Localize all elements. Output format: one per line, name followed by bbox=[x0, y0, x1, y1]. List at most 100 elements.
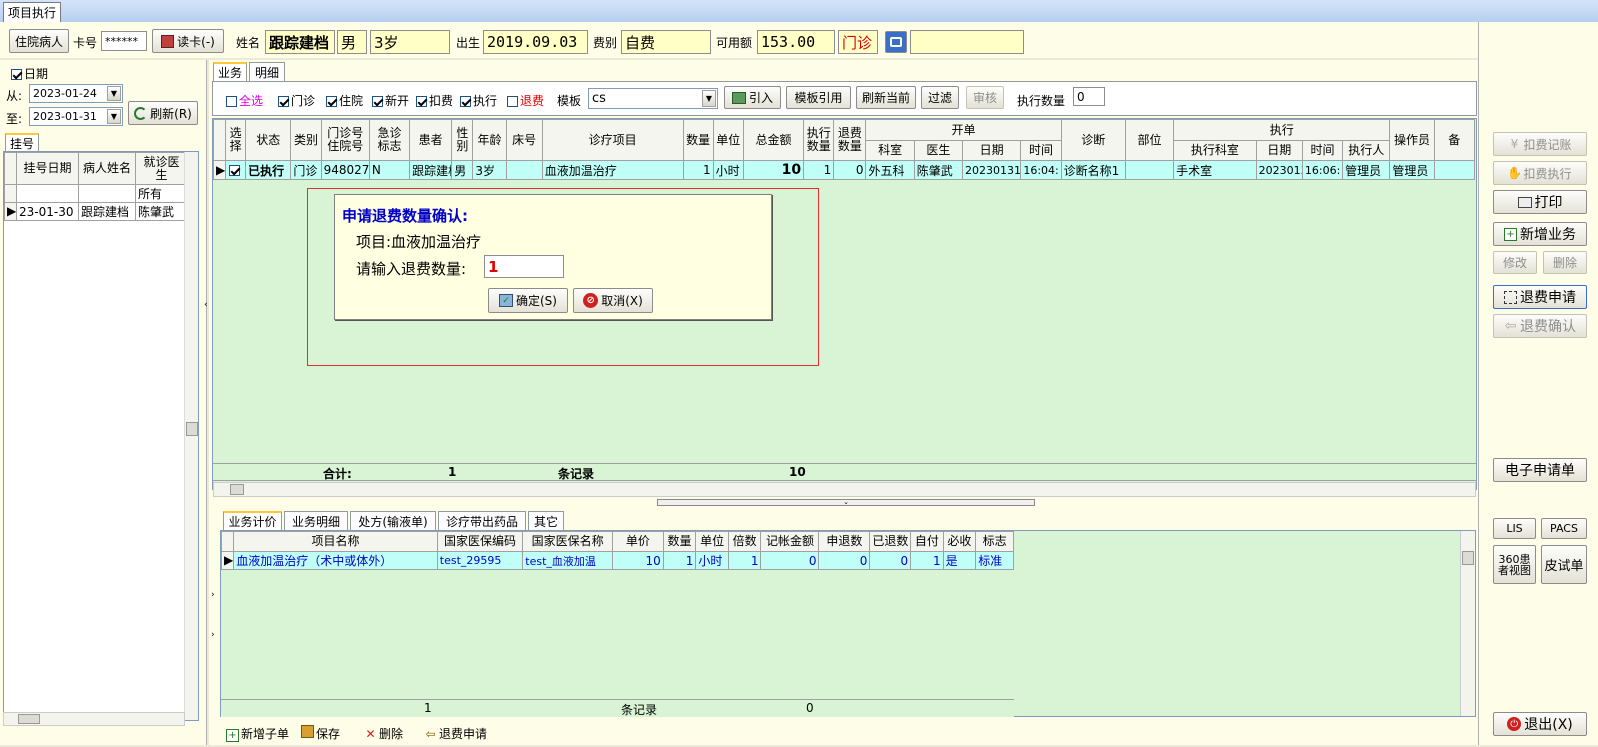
col-open-date[interactable]: 日期 bbox=[962, 140, 1022, 161]
bottom-vscroll[interactable] bbox=[1460, 531, 1475, 716]
col-sex[interactable]: 性别 bbox=[451, 119, 474, 161]
template-ref-button[interactable]: 模板引用 bbox=[786, 86, 851, 109]
tab-business-detail[interactable]: 业务明细 bbox=[284, 511, 348, 530]
refresh-button[interactable]: 刷新(R) bbox=[128, 101, 198, 125]
bcol-self-pay[interactable]: 自付 bbox=[910, 531, 944, 552]
select-all-checkbox[interactable]: 全选 bbox=[226, 92, 263, 109]
date-checkbox[interactable]: 日期 bbox=[11, 65, 48, 82]
refund-apply-bottom-button[interactable]: ⇦ 退费申请 bbox=[424, 725, 487, 742]
col-doctor[interactable]: 就诊医生 bbox=[135, 152, 188, 185]
col-site[interactable]: 部位 bbox=[1124, 119, 1175, 161]
read-card-button[interactable]: 读卡(-) bbox=[152, 29, 224, 53]
col-age[interactable]: 年龄 bbox=[472, 119, 507, 161]
col-reg-date[interactable]: 挂号日期 bbox=[16, 152, 79, 185]
import-button[interactable]: 引入 bbox=[724, 86, 781, 109]
splitter-bottom-left[interactable]: › › bbox=[211, 590, 219, 660]
refund-apply-button[interactable]: 退费申请 bbox=[1493, 285, 1587, 309]
tab-other[interactable]: 其它 bbox=[528, 511, 564, 530]
from-date-picker[interactable]: 2023-01-24 ▼ bbox=[29, 84, 123, 103]
delete-button[interactable]: ✕ 删除 bbox=[364, 725, 403, 742]
bcol-refunded[interactable]: 已退数 bbox=[869, 531, 912, 552]
col-unit[interactable]: 单位 bbox=[712, 119, 744, 161]
bcol-amount[interactable]: 记帐金额 bbox=[760, 531, 820, 552]
left-vscroll[interactable] bbox=[184, 152, 198, 720]
modify-button[interactable]: 修改 bbox=[1493, 251, 1537, 274]
outpatient-checkbox[interactable]: 门诊 bbox=[278, 92, 315, 109]
main-hscroll-thumb[interactable] bbox=[230, 484, 244, 495]
left-hscroll[interactable] bbox=[3, 712, 185, 726]
tab-detail[interactable]: 明细 bbox=[249, 62, 285, 81]
bcol-qty[interactable]: 数量 bbox=[662, 531, 697, 552]
tab-business-pricing[interactable]: 业务计价 bbox=[223, 511, 282, 530]
tab-prescription[interactable]: 处方(输液单) bbox=[350, 511, 436, 530]
dialog-cancel-button[interactable]: ⊘ 取消(X) bbox=[573, 288, 653, 313]
execute-checkbox[interactable]: 执行 bbox=[460, 92, 497, 109]
dialog-ok-button[interactable]: ✓ 确定(S) bbox=[488, 288, 568, 313]
add-sub-button[interactable]: + 新增子单 bbox=[226, 725, 289, 742]
bcol-insurance-name[interactable]: 国家医保名称 bbox=[522, 531, 613, 552]
exit-button[interactable]: ⏻ 退出(X) bbox=[1493, 712, 1587, 736]
e-request-button[interactable]: 电子申请单 bbox=[1493, 458, 1587, 482]
new-open-checkbox[interactable]: 新开 bbox=[372, 92, 409, 109]
to-date-picker[interactable]: 2023-01-31 ▼ bbox=[29, 107, 123, 126]
bcol-insurance-code[interactable]: 国家医保编码 bbox=[436, 531, 524, 552]
col-refund-qty[interactable]: 退费数量 bbox=[833, 119, 867, 161]
charge-checkbox[interactable]: 扣费 bbox=[416, 92, 453, 109]
view-360-button[interactable]: 360患者视图 bbox=[1493, 545, 1536, 584]
tab-business[interactable]: 业务 bbox=[213, 62, 247, 81]
delete-right-button[interactable]: 删除 bbox=[1543, 251, 1587, 274]
col-more[interactable]: 备 bbox=[1433, 119, 1476, 161]
review-button[interactable]: 审核 bbox=[966, 86, 1004, 109]
col-exec-qty[interactable]: 执行数量 bbox=[803, 119, 835, 161]
col-qty[interactable]: 数量 bbox=[682, 119, 714, 161]
card-icon-button[interactable] bbox=[885, 31, 907, 53]
col-patient-name[interactable]: 病人姓名 bbox=[78, 152, 136, 185]
pacs-button[interactable]: PACS bbox=[1541, 518, 1587, 539]
left-vscroll-thumb[interactable] bbox=[186, 422, 198, 436]
col-open-doctor[interactable]: 医生 bbox=[913, 140, 964, 161]
inpatient-button[interactable]: 住院病人 bbox=[9, 29, 69, 53]
charge-record-button[interactable]: ¥ 扣费记账 bbox=[1493, 132, 1587, 156]
col-patient[interactable]: 患者 bbox=[409, 119, 453, 161]
bcol-flag[interactable]: 标志 bbox=[975, 531, 1014, 552]
col-exec-time[interactable]: 时间 bbox=[1301, 140, 1344, 161]
col-open-dept[interactable]: 科室 bbox=[865, 140, 915, 161]
chevron-down-icon[interactable]: ▼ bbox=[107, 109, 121, 124]
table-row[interactable]: ▶ 血液加温治疗（术中或体外） test_29595 test_血液加温 10 … bbox=[221, 551, 1014, 570]
col-item[interactable]: 诊疗项目 bbox=[541, 119, 684, 161]
col-total[interactable]: 总金额 bbox=[742, 119, 805, 161]
bcol-required[interactable]: 必收 bbox=[942, 531, 977, 552]
table-row[interactable]: ▶ 已执行 门诊 948027 N 跟踪建档 男 3岁 血液加温治疗 1 小时 … bbox=[213, 160, 1476, 180]
save-button[interactable]: 保存 bbox=[301, 725, 340, 742]
bcol-item-name[interactable]: 项目名称 bbox=[233, 531, 438, 552]
col-select[interactable]: 选择 bbox=[225, 119, 247, 161]
row-select-checkbox[interactable] bbox=[225, 160, 247, 180]
col-bed[interactable]: 床号 bbox=[505, 119, 543, 161]
exec-qty-input[interactable]: 0 bbox=[1073, 87, 1105, 106]
chevron-down-icon[interactable]: ▼ bbox=[702, 90, 716, 107]
bcol-multiple[interactable]: 倍数 bbox=[727, 531, 762, 552]
tab-drugs[interactable]: 诊疗带出药品 bbox=[438, 511, 526, 530]
tab-registration[interactable]: 挂号 bbox=[5, 133, 39, 151]
lis-button[interactable]: LIS bbox=[1493, 518, 1536, 539]
col-status[interactable]: 状态 bbox=[245, 119, 292, 161]
col-operator[interactable]: 操作员 bbox=[1389, 119, 1435, 161]
table-row[interactable]: ▶ 23-01-30 跟踪建档 陈肇武 bbox=[4, 202, 188, 221]
print-button[interactable]: 打印 bbox=[1493, 190, 1587, 214]
card-field[interactable]: ****** bbox=[101, 31, 147, 51]
col-urgent[interactable]: 急诊标志 bbox=[368, 119, 411, 161]
refund-checkbox[interactable]: 退费 bbox=[507, 92, 544, 109]
refund-qty-input[interactable]: 1 bbox=[484, 255, 564, 278]
col-exec-date[interactable]: 日期 bbox=[1255, 140, 1303, 161]
col-exec-person[interactable]: 执行人 bbox=[1342, 140, 1391, 161]
bottom-vscroll-thumb[interactable] bbox=[1462, 551, 1474, 565]
main-hscroll[interactable] bbox=[213, 482, 1476, 497]
col-open-time[interactable]: 时间 bbox=[1020, 140, 1062, 161]
refresh-current-button[interactable]: 刷新当前 bbox=[856, 86, 916, 109]
inpatient-checkbox[interactable]: 住院 bbox=[326, 92, 363, 109]
col-exec-dept[interactable]: 执行科室 bbox=[1173, 140, 1257, 161]
charge-exec-button[interactable]: ✋ 扣费执行 bbox=[1493, 161, 1587, 185]
col-visit-no[interactable]: 门诊号住院号 bbox=[320, 119, 370, 161]
filter-button[interactable]: 过滤 bbox=[921, 86, 959, 109]
chevron-down-icon[interactable]: ▼ bbox=[107, 86, 121, 101]
